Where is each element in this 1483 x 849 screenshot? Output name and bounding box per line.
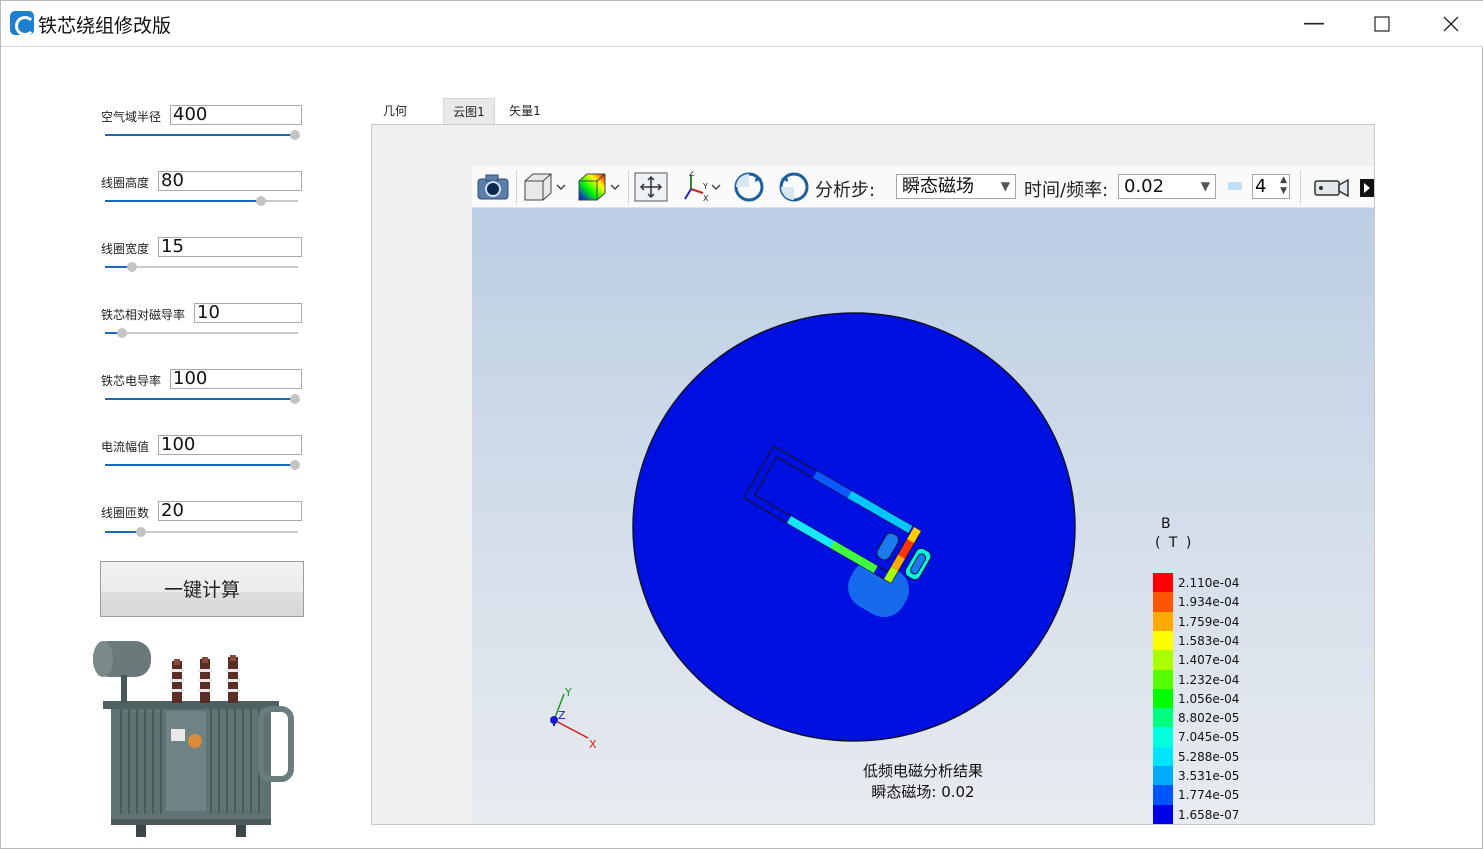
param-label-coil-height: 线圈高度: [101, 176, 150, 190]
coil-turns-slider[interactable]: [105, 527, 298, 537]
param-label-core-permeability: 铁芯相对磁导率: [101, 308, 186, 322]
legend-label: 1.658e-07: [1178, 807, 1240, 822]
legend-swatch: [1153, 727, 1173, 748]
result-subtitle: 瞬态磁场: 0.02: [871, 783, 975, 801]
app-window: 铁芯绕组修改版 — 空气域半径 400 线圈高度 80 线圈宽度 15 铁芯相对…: [0, 0, 1483, 849]
legend-swatch: [1153, 573, 1173, 593]
core-conductivity-slider[interactable]: [105, 394, 300, 404]
air-radius-slider[interactable]: [105, 130, 300, 140]
current-amplitude-slider[interactable]: [105, 460, 300, 470]
slider-thumb[interactable]: [117, 328, 128, 338]
legend-label: 7.045e-05: [1178, 730, 1240, 745]
axis-x-label: X: [589, 738, 597, 751]
slider-thumb[interactable]: [290, 394, 300, 404]
coil-height-slider[interactable]: [105, 196, 298, 206]
coil-width-input[interactable]: 15: [158, 237, 302, 257]
legend-label: 1.934e-04: [1178, 595, 1240, 610]
legend-swatch: [1153, 669, 1173, 690]
legend-swatch: [1153, 688, 1173, 709]
window-title: 铁芯绕组修改版: [38, 15, 172, 37]
axis-triad: Y Z X: [550, 686, 597, 751]
axis-z-label: Z: [558, 709, 566, 722]
legend-swatch: [1153, 708, 1173, 728]
legend-label: 1.583e-04: [1178, 633, 1240, 648]
result-title: 低频电磁分析结果: [862, 762, 983, 780]
maximize-icon: [1374, 16, 1390, 32]
close-icon: [1443, 16, 1459, 32]
legend-label: 5.288e-05: [1178, 749, 1240, 764]
param-label-current-amplitude: 电流幅值: [101, 440, 150, 454]
param-label-air-radius: 空气域半径: [101, 110, 162, 124]
minimize-button[interactable]: —: [1291, 9, 1337, 39]
air-radius-input[interactable]: 400: [170, 105, 302, 125]
legend-label: 1.774e-05: [1178, 788, 1240, 803]
legend-label: 2.110e-04: [1178, 576, 1240, 590]
maximize-button[interactable]: [1359, 9, 1405, 39]
core-permeability-slider[interactable]: [105, 328, 298, 338]
legend-swatch: [1153, 785, 1173, 806]
title-bar: 铁芯绕组修改版 —: [1, 1, 1483, 47]
slider-thumb[interactable]: [126, 262, 137, 272]
current-amplitude-input[interactable]: 100: [158, 435, 302, 455]
legend-label: 1.232e-04: [1178, 672, 1240, 687]
slider-thumb[interactable]: [136, 527, 147, 537]
legend-swatch: [1153, 804, 1173, 824]
legend-swatch: [1153, 650, 1173, 670]
close-button[interactable]: [1428, 9, 1474, 39]
coil-turns-input[interactable]: 20: [158, 501, 302, 521]
param-label-coil-width: 线圈宽度: [101, 242, 150, 256]
legend-swatch: [1153, 592, 1173, 613]
legend-label: 8.802e-05: [1178, 711, 1240, 726]
legend-swatch: [1153, 611, 1173, 632]
coil-width-slider[interactable]: [105, 262, 298, 272]
slider-thumb[interactable]: [255, 196, 266, 206]
slider-thumb[interactable]: [290, 130, 300, 140]
coil-height-input[interactable]: 80: [158, 171, 302, 191]
result-viewport[interactable]: Z Y X 分析步: 瞬态磁场 ▼ 时间/频率: 0.02 ▼ 4 ▲ ▼ Y …: [472, 166, 1374, 824]
transformer-image: [93, 641, 294, 837]
tab-geometry[interactable]: 几何: [375, 98, 415, 124]
core-permeability-input[interactable]: 10: [194, 303, 302, 323]
tab-vector[interactable]: 矢量1: [501, 98, 549, 124]
core-conductivity-input[interactable]: 100: [170, 369, 302, 389]
legend-label: 3.531e-05: [1178, 769, 1240, 783]
app-logo-icon: [10, 11, 35, 36]
legend-label: 1.407e-04: [1178, 653, 1240, 668]
legend-swatch: [1153, 766, 1173, 786]
tab-cloud-map[interactable]: 云图1: [443, 98, 495, 124]
legend-swatch: [1153, 746, 1173, 767]
legend-swatch: [1153, 630, 1173, 651]
calculate-button[interactable]: 一键计算: [100, 561, 304, 617]
legend-label: 1.056e-04: [1178, 691, 1240, 706]
legend-unit: ( T ): [1155, 535, 1194, 551]
legend-label: 1.759e-04: [1178, 614, 1240, 629]
param-label-core-conductivity: 铁芯电导率: [101, 374, 162, 388]
axis-y-label: Y: [564, 686, 572, 699]
legend-quantity: B: [1161, 516, 1173, 532]
param-label-coil-turns: 线圈匝数: [101, 506, 150, 520]
slider-thumb[interactable]: [290, 460, 300, 470]
